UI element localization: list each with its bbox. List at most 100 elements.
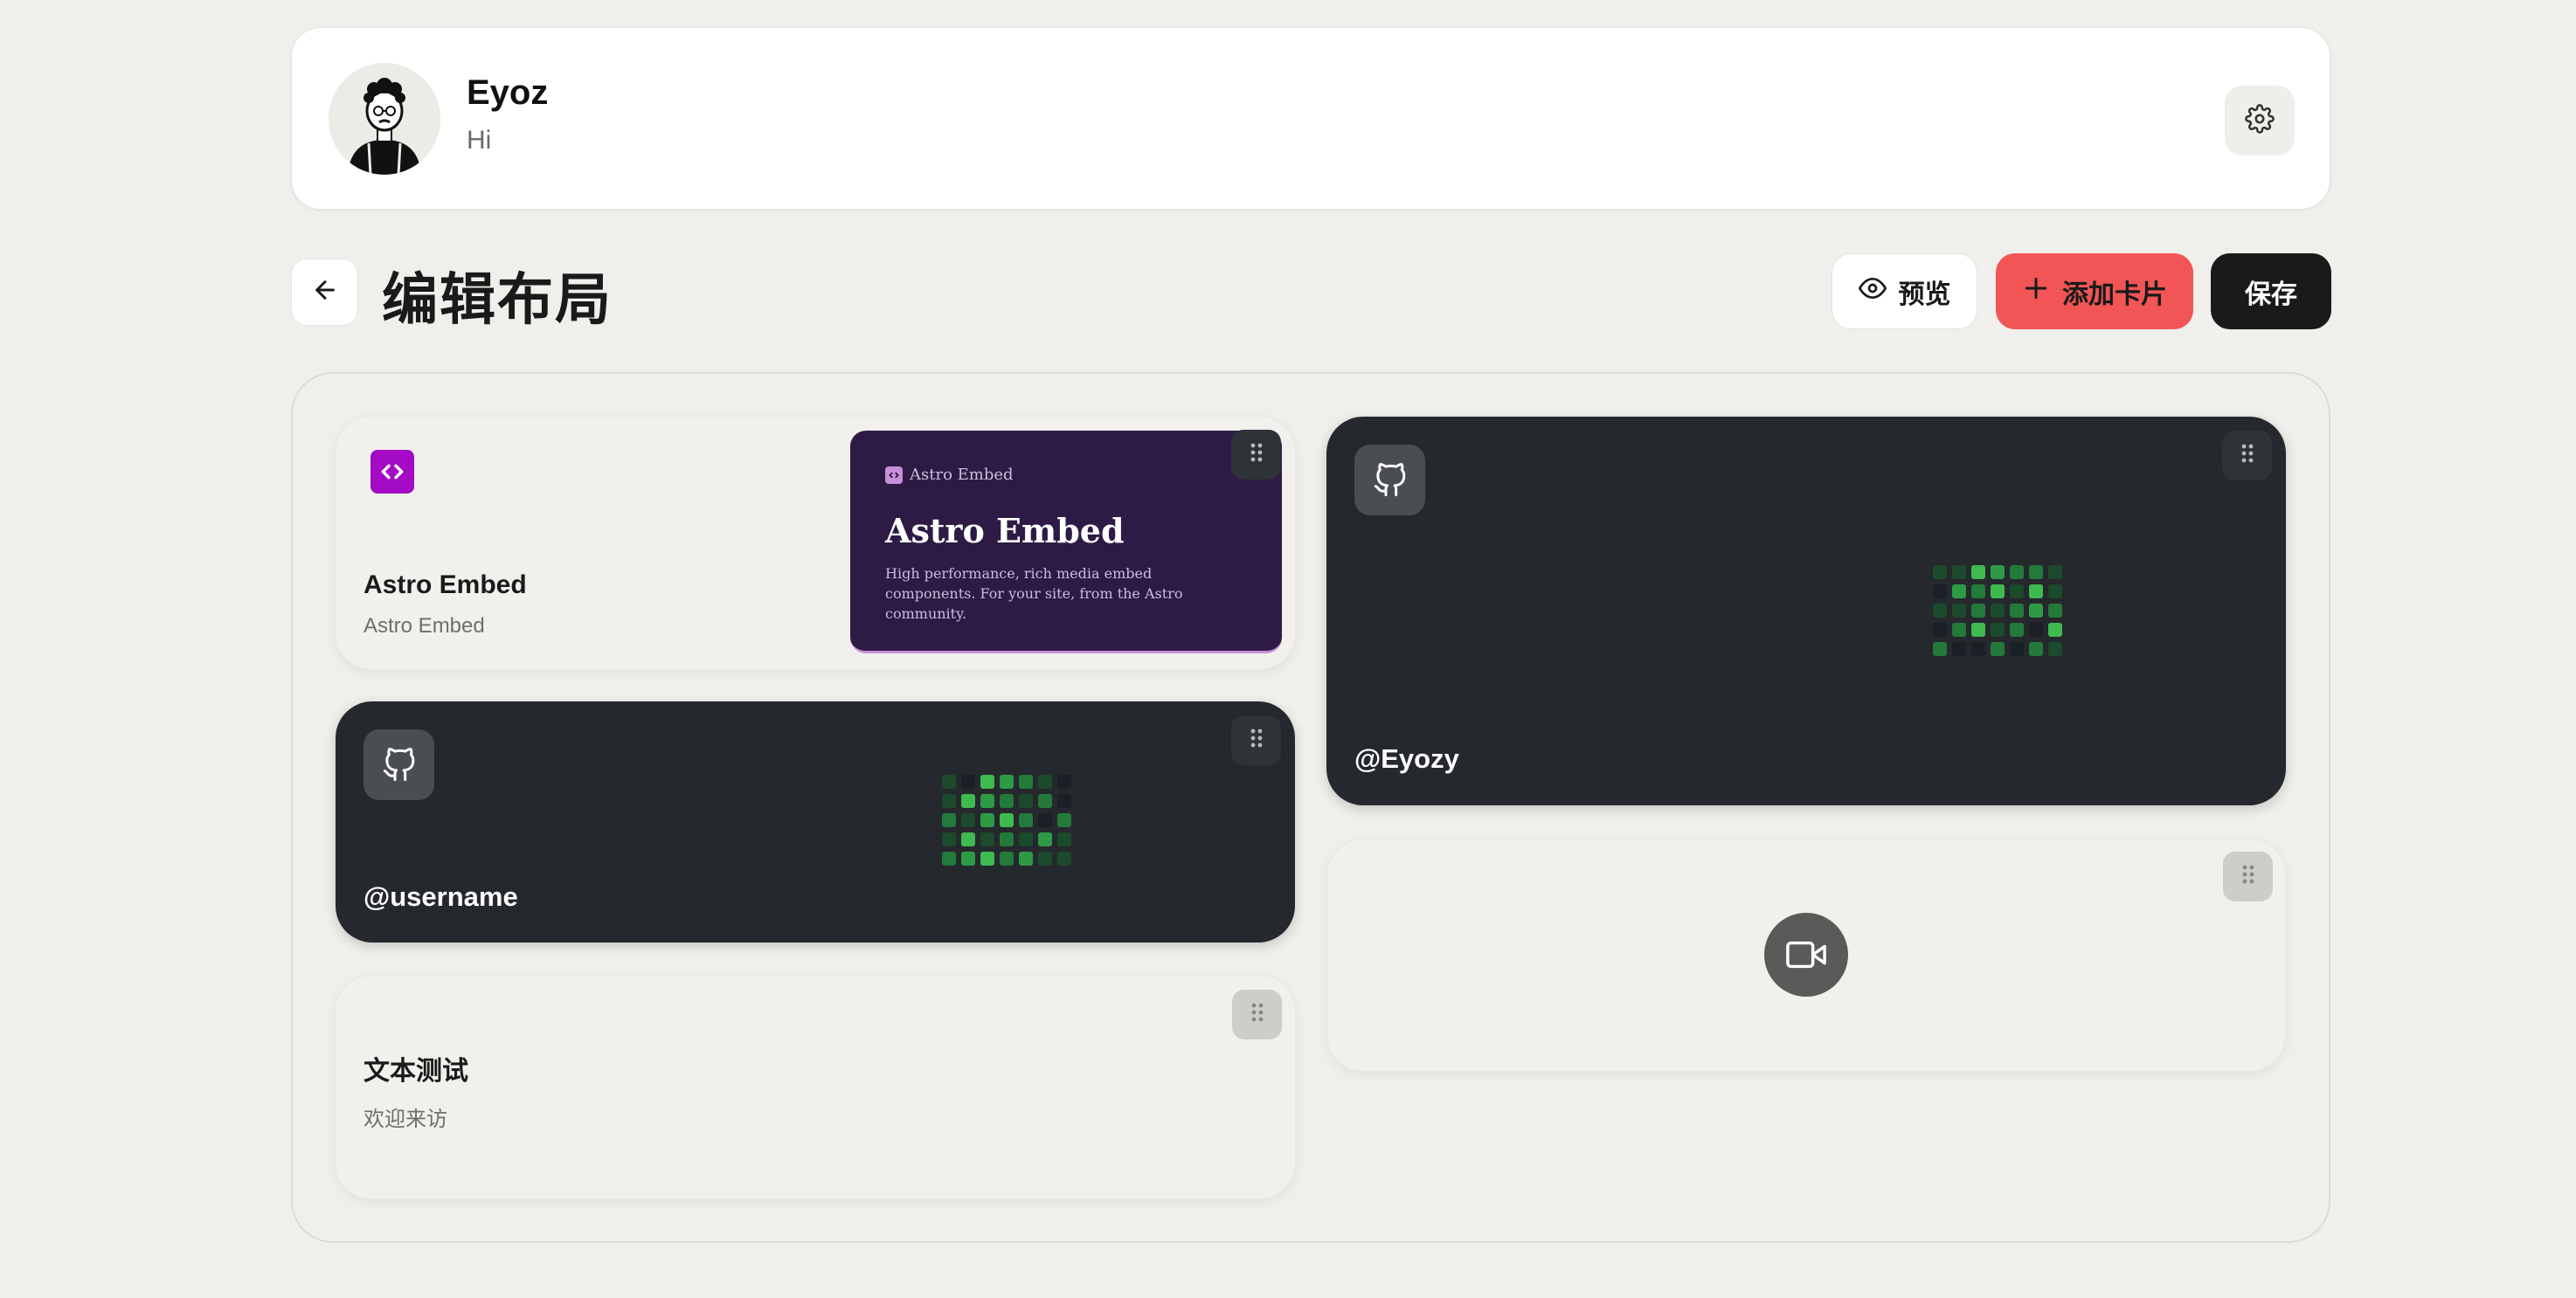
contribution-cell <box>1000 813 1014 827</box>
github-icon <box>1354 445 1425 515</box>
astro-embed-preview: Astro Embed Astro Embed High performance… <box>850 431 1282 653</box>
preview-button[interactable]: 预览 <box>1832 253 1977 329</box>
grip-icon <box>1250 1002 1264 1027</box>
avatar <box>329 63 440 175</box>
add-card-label: 添加卡片 <box>2062 279 2167 310</box>
contribution-cell <box>942 832 956 846</box>
contribution-cell <box>2029 584 2043 598</box>
contribution-cell <box>2048 584 2062 598</box>
contribution-cell <box>1057 775 1071 789</box>
drag-handle[interactable] <box>2223 852 2273 901</box>
contribution-cell <box>1991 604 2005 618</box>
contribution-cell <box>1000 832 1014 846</box>
grip-icon <box>2240 443 2254 468</box>
contribution-cell <box>980 794 994 808</box>
grip-icon <box>1250 728 1264 753</box>
github-card-username[interactable]: @username <box>336 701 1295 942</box>
contribution-cell <box>1971 584 1985 598</box>
contribution-cell <box>961 794 975 808</box>
contribution-cell <box>1038 852 1052 866</box>
contribution-cell <box>1057 852 1071 866</box>
arrow-left-icon <box>311 276 339 308</box>
contribution-cell <box>1019 813 1033 827</box>
drag-handle[interactable] <box>2222 431 2272 480</box>
contribution-cell <box>942 852 956 866</box>
contribution-cell <box>1952 604 1966 618</box>
drag-handle[interactable] <box>1231 715 1281 765</box>
profile-bio: Hi <box>467 126 492 155</box>
contribution-cell <box>961 832 975 846</box>
save-button[interactable]: 保存 <box>2211 253 2331 329</box>
contribution-cell <box>2010 565 2024 579</box>
grip-icon <box>2241 864 2255 889</box>
save-label: 保存 <box>2245 279 2297 310</box>
contribution-cell <box>942 775 956 789</box>
code-icon <box>885 466 903 484</box>
astro-preview-brand: Astro Embed <box>885 466 1014 484</box>
github-handle: @username <box>364 881 518 912</box>
contribution-cell <box>1000 794 1014 808</box>
contribution-cell <box>1057 794 1071 808</box>
contribution-cell <box>1971 565 1985 579</box>
add-card-button[interactable]: 添加卡片 <box>1996 253 2193 329</box>
settings-button[interactable] <box>2225 86 2295 155</box>
contribution-cell <box>2048 604 2062 618</box>
github-icon <box>364 729 434 800</box>
contribution-cell <box>2048 623 2062 637</box>
plus-icon <box>2022 274 2050 309</box>
github-handle: @Eyozy <box>1354 743 1459 774</box>
contribution-cell <box>1971 604 1985 618</box>
contribution-cell <box>1952 565 1966 579</box>
contribution-cell <box>1952 584 1966 598</box>
contribution-cell <box>1991 623 2005 637</box>
grip-icon <box>1250 442 1264 467</box>
github-card-eyozy[interactable]: @Eyozy <box>1326 417 2286 805</box>
contribution-cell <box>2029 642 2043 656</box>
drag-handle[interactable] <box>1231 430 1281 480</box>
contribution-cell <box>2029 565 2043 579</box>
contribution-cell <box>942 813 956 827</box>
contribution-cell <box>1019 775 1033 789</box>
astro-card-subtitle: Astro Embed <box>364 614 485 638</box>
astro-preview-heading: Astro Embed <box>885 511 1125 550</box>
contribution-cell <box>1933 623 1947 637</box>
contribution-cell <box>1038 794 1052 808</box>
contribution-cell <box>1038 775 1052 789</box>
astro-preview-description: High performance, rich media embed compo… <box>885 565 1183 622</box>
gear-icon <box>2245 103 2275 138</box>
contribution-cell <box>1991 565 2005 579</box>
contribution-cell <box>1019 852 1033 866</box>
contribution-cell <box>1057 832 1071 846</box>
text-card[interactable]: 文本测试 欢迎来访 <box>335 975 1296 1199</box>
contribution-cell <box>1991 642 2005 656</box>
contribution-cell <box>980 775 994 789</box>
contribution-cell <box>2048 642 2062 656</box>
contribution-cell <box>1000 852 1014 866</box>
contribution-cell <box>2010 623 2024 637</box>
astro-preview-brand-text: Astro Embed <box>910 466 1014 484</box>
contribution-cell <box>2010 584 2024 598</box>
back-button[interactable] <box>291 259 358 326</box>
contribution-cell <box>1019 832 1033 846</box>
preview-label: 预览 <box>1898 279 1951 310</box>
contribution-cell <box>2029 604 2043 618</box>
contribution-cell <box>1038 813 1052 827</box>
contribution-cell <box>1933 565 1947 579</box>
contribution-cell <box>1933 642 1947 656</box>
contribution-cell <box>1000 775 1014 789</box>
drag-handle[interactable] <box>1232 990 1282 1039</box>
astro-card-title: Astro Embed <box>364 570 527 599</box>
contribution-cell <box>961 813 975 827</box>
eye-icon <box>1858 274 1887 309</box>
contribution-cell <box>980 852 994 866</box>
contribution-cell <box>980 832 994 846</box>
page-title: 编辑布局 <box>382 268 613 333</box>
code-icon <box>370 450 414 494</box>
video-camera-icon[interactable] <box>1764 913 1848 997</box>
contribution-cell <box>1933 604 1947 618</box>
contribution-cell <box>1971 623 1985 637</box>
contribution-cell <box>1971 642 1985 656</box>
contribution-cell <box>1952 623 1966 637</box>
contribution-graph <box>1933 565 2062 656</box>
contribution-cell <box>1057 813 1071 827</box>
